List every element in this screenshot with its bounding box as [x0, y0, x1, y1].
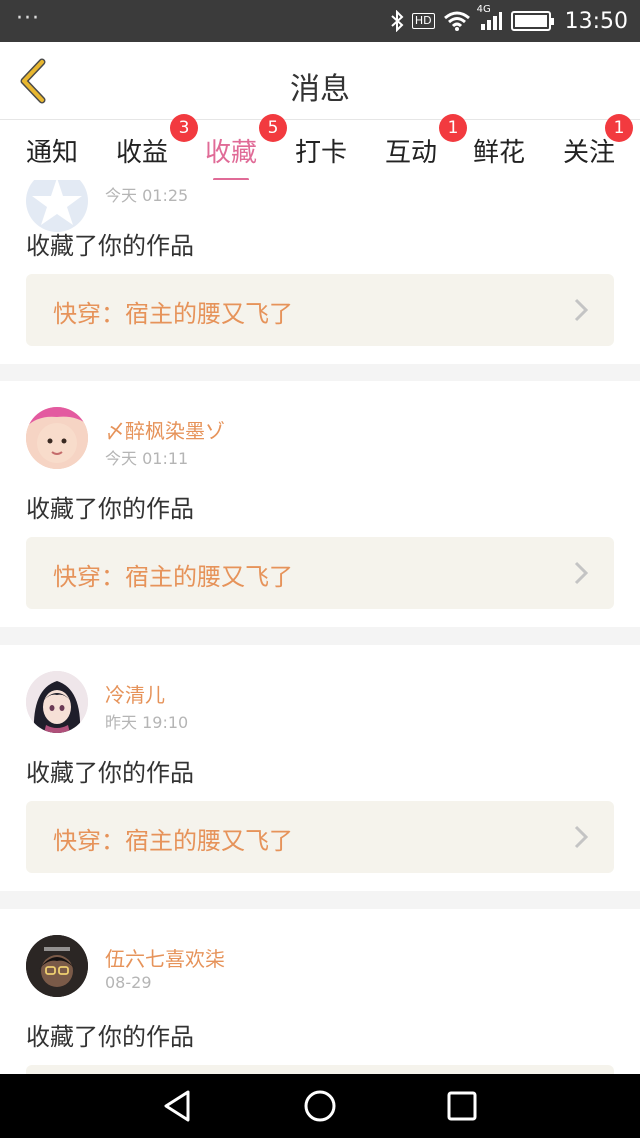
- tab-notifications[interactable]: 通知: [26, 132, 78, 169]
- username[interactable]: 冷清儿: [105, 679, 165, 708]
- action-text: 收藏了你的作品: [26, 759, 194, 787]
- chevron-right-icon: [574, 561, 588, 585]
- avatar[interactable]: [26, 935, 88, 997]
- list-item: 〆醉枫染墨ゾ 今天 01:11 收藏了你的作品 快穿：宿主的腰又飞了: [0, 381, 640, 627]
- top-app-bar: 消息: [0, 42, 640, 120]
- avatar[interactable]: [26, 671, 88, 733]
- bluetooth-icon: [390, 10, 404, 32]
- unread-badge: 3: [170, 114, 199, 142]
- tab-label: 通知: [26, 138, 79, 168]
- tab-follows[interactable]: 关注 1: [563, 114, 634, 169]
- network-type: 4G: [476, 4, 491, 15]
- tab-flowers[interactable]: 鲜花: [473, 132, 525, 169]
- username[interactable]: 伍六七喜欢柒: [105, 943, 225, 972]
- action-text: 收藏了你的作品: [26, 232, 194, 260]
- unread-badge: 1: [605, 114, 634, 142]
- timestamp: 08-29: [105, 973, 152, 992]
- back-triangle-icon[interactable]: [160, 1088, 196, 1124]
- recents-square-icon[interactable]: [444, 1088, 480, 1124]
- timestamp: 今天 01:11: [105, 449, 189, 468]
- tab-checkin[interactable]: 打卡: [295, 132, 347, 169]
- list-item: 伍六七喜欢柒 08-29 收藏了你的作品: [0, 909, 640, 1074]
- clock: 13:50: [564, 8, 628, 34]
- action-text: 收藏了你的作品: [26, 1023, 194, 1051]
- battery-icon: [510, 11, 554, 31]
- page-title: 消息: [290, 72, 350, 107]
- wifi-icon: [443, 10, 471, 32]
- work-link[interactable]: 快穿：宿主的腰又飞了: [26, 801, 614, 873]
- message-tabs: 通知 收益 3 收藏 5 打卡 互动 1 鲜花 关注 1: [0, 114, 640, 181]
- list-item: 冷清儿 昨天 19:10 收藏了你的作品 快穿：宿主的腰又飞了: [0, 645, 640, 891]
- chevron-right-icon: [574, 825, 588, 849]
- work-link[interactable]: 快穿：宿主的腰又飞了: [26, 537, 614, 609]
- avatar[interactable]: [26, 180, 88, 232]
- tab-label: 收益: [116, 138, 169, 168]
- work-title: 快穿：宿主的腰又飞了: [53, 300, 293, 328]
- timestamp: 昨天 19:10: [105, 713, 189, 732]
- tab-label: 关注: [563, 138, 616, 168]
- unread-badge: 5: [259, 114, 288, 142]
- home-circle-icon[interactable]: [302, 1088, 338, 1124]
- work-title: 快穿：宿主的腰又飞了: [53, 563, 293, 591]
- username[interactable]: 〆醉枫染墨ゾ: [105, 415, 225, 444]
- list-item: 今天 01:25 收藏了你的作品 快穿：宿主的腰又飞了: [0, 180, 640, 364]
- status-bar: ··· HD 4G 13:50: [0, 0, 640, 42]
- work-link[interactable]: [26, 1065, 614, 1074]
- avatar[interactable]: [26, 407, 88, 469]
- tab-label: 鲜花: [473, 138, 526, 168]
- timestamp: 今天 01:25: [105, 186, 189, 205]
- hd-voice-icon: HD: [411, 13, 435, 29]
- cell-signal-icon: 4G: [477, 4, 503, 32]
- tab-label: 互动: [385, 138, 438, 168]
- status-icons: HD 4G 13:50: [390, 4, 628, 36]
- action-text: 收藏了你的作品: [26, 495, 194, 523]
- tab-label: 收藏: [205, 138, 258, 168]
- chevron-right-icon: [574, 298, 588, 322]
- favorites-feed[interactable]: 今天 01:25 收藏了你的作品 快穿：宿主的腰又飞了 〆醉枫染墨ゾ 今天 01…: [0, 180, 640, 1074]
- tab-favorites[interactable]: 收藏 5: [205, 114, 288, 181]
- tab-earnings[interactable]: 收益 3: [116, 114, 199, 169]
- work-title: 快穿：宿主的腰又飞了: [53, 827, 293, 855]
- notification-dots: ···: [16, 6, 40, 31]
- tab-interactions[interactable]: 互动 1: [385, 114, 468, 169]
- system-navigation-bar: [0, 1074, 640, 1138]
- unread-badge: 1: [439, 114, 468, 142]
- tab-label: 打卡: [295, 138, 348, 168]
- work-link[interactable]: 快穿：宿主的腰又飞了: [26, 274, 614, 346]
